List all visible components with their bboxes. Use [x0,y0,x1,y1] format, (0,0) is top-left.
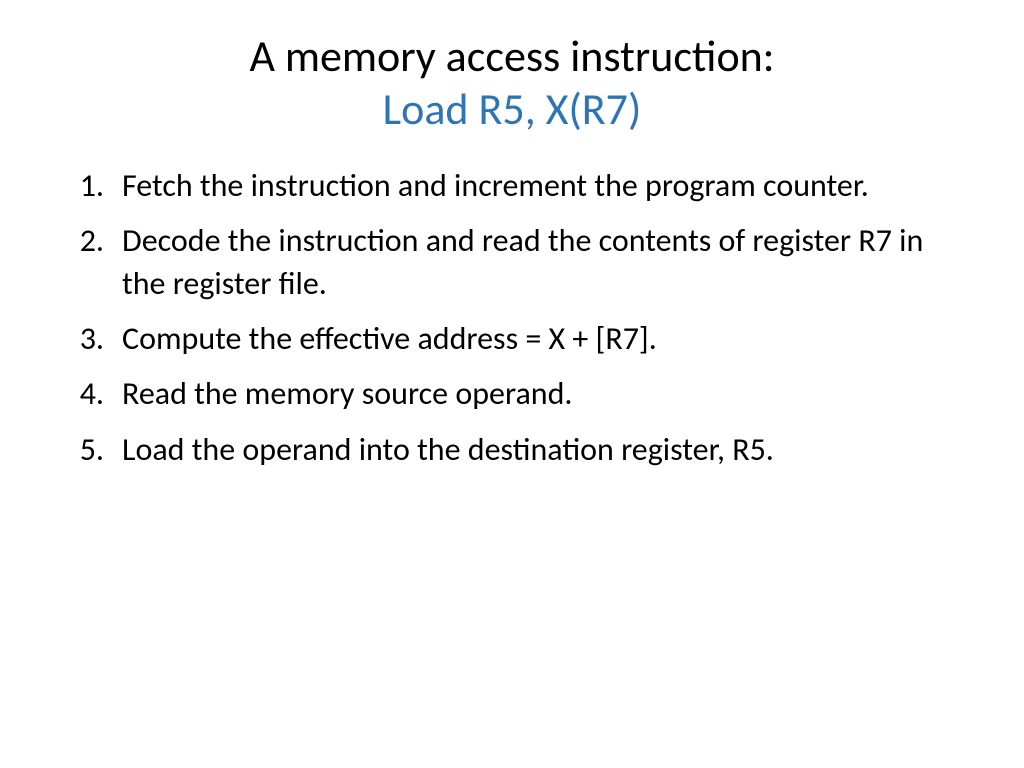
title-line-2: Load R5, X(R7) [60,83,964,136]
list-text: Read the memory source operand. [122,372,964,415]
list-number: 5. [60,428,122,471]
list-text: Fetch the instruction and increment the … [122,164,964,207]
list-text: Load the operand into the destination re… [122,428,964,471]
list-item: 2. Decode the instruction and read the c… [60,219,964,305]
list-item: 3. Compute the effective address = X + [… [60,317,964,360]
title-line-1: A memory access instruction: [60,30,964,83]
slide-title: A memory access instruction: Load R5, X(… [60,30,964,136]
list-number: 1. [60,164,122,207]
list-text: Decode the instruction and read the cont… [122,219,964,305]
steps-list: 1. Fetch the instruction and increment t… [60,164,964,471]
list-text: Compute the effective address = X + [R7]… [122,317,964,360]
list-number: 4. [60,372,122,415]
list-item: 1. Fetch the instruction and increment t… [60,164,964,207]
list-item: 4. Read the memory source operand. [60,372,964,415]
list-item: 5. Load the operand into the destination… [60,428,964,471]
list-number: 2. [60,219,122,262]
list-number: 3. [60,317,122,360]
